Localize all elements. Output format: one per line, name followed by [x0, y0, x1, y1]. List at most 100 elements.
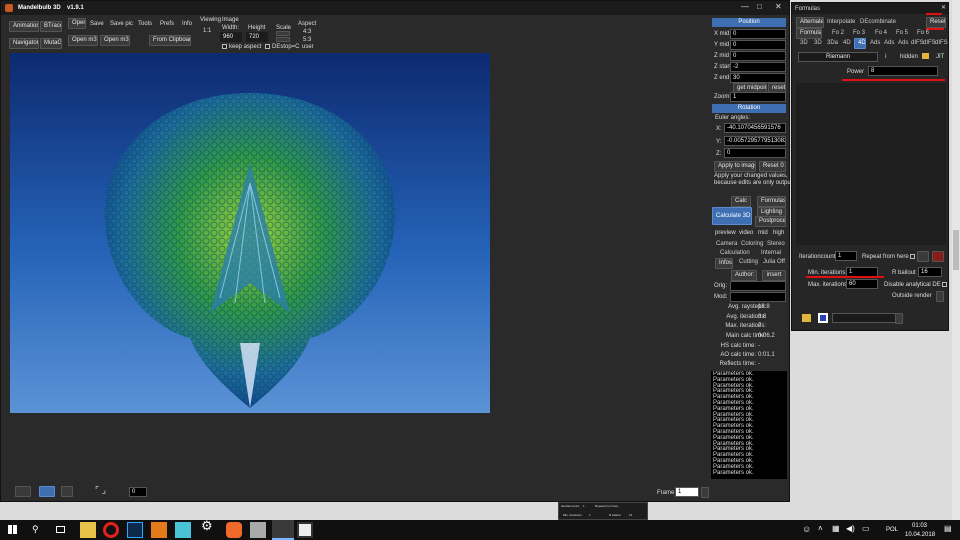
battery-icon[interactable]: ▭ — [862, 525, 870, 533]
type-ads-3[interactable]: Ads — [898, 39, 908, 48]
mid-option[interactable]: mid — [758, 229, 768, 237]
frame-input[interactable]: 1 — [675, 487, 699, 497]
notifications-icon[interactable]: ▤ — [944, 525, 952, 533]
volume-icon[interactable]: ◀) — [846, 525, 855, 533]
iterationcount-input[interactable]: 1 — [835, 251, 857, 261]
picker-icon[interactable] — [61, 486, 73, 497]
tab-coloring[interactable]: Coloring — [741, 240, 763, 249]
tray-chevron-icon[interactable]: ˄ — [818, 525, 823, 533]
tab-internal[interactable]: Internal — [761, 249, 781, 258]
formulas-button[interactable]: Formulas — [757, 196, 786, 207]
mutagen-button[interactable]: MutaGen — [40, 38, 62, 49]
preset-dropdown-arrow[interactable] — [895, 313, 903, 324]
max-iterations-input[interactable]: 60 — [846, 279, 878, 289]
formula-name-field[interactable]: Riemann — [798, 52, 878, 62]
r-bailout-input[interactable]: 16 — [918, 267, 942, 277]
app-teal-icon[interactable] — [175, 522, 191, 538]
info-icon[interactable]: ⅰ — [885, 53, 887, 61]
photoshop-icon[interactable] — [127, 522, 143, 538]
tab-alternate[interactable]: Alternate — [796, 17, 824, 28]
brave-icon[interactable] — [226, 522, 242, 538]
repeat-from-here-checkbox[interactable]: Repeat from here — [862, 253, 917, 261]
from-clipboard-button[interactable]: From Clipboard — [149, 35, 191, 46]
calculate-3d-button[interactable]: Calculate 3D — [712, 207, 752, 225]
tab-julia[interactable]: Julia Off — [763, 258, 785, 267]
clock-time[interactable]: 01:03 — [912, 522, 927, 530]
zoom-input[interactable]: 1 — [730, 92, 786, 102]
formula-preset-dropdown[interactable] — [832, 313, 902, 323]
clock-date[interactable]: 10.04.2018 — [905, 531, 935, 539]
type-difs[interactable]: dIFS — [911, 39, 924, 48]
tab-decombinate[interactable]: DEcombinate — [860, 18, 896, 27]
open-m3p-button[interactable]: Open m3p — [100, 35, 130, 46]
aspect-user[interactable]: user — [302, 43, 314, 51]
high-option[interactable]: high — [773, 229, 784, 237]
keep-aspect-checkbox[interactable]: keep aspect — [222, 43, 261, 51]
author-button[interactable]: Author: — [731, 270, 757, 281]
tab-camera[interactable]: Camera — [716, 240, 737, 249]
z-end-input[interactable]: 30 — [730, 73, 786, 83]
network-icon[interactable]: ▦ — [832, 525, 840, 533]
prefs-menu[interactable]: Prefs — [160, 20, 174, 28]
orig-input[interactable] — [730, 281, 786, 291]
hidden-label[interactable]: hidden — [900, 53, 918, 61]
reset-0-button[interactable]: Reset 0 — [759, 161, 786, 172]
preview-option[interactable]: preview — [715, 229, 736, 237]
people-icon[interactable]: ☺ — [802, 525, 811, 534]
postprocess-button[interactable]: Postprocess — [755, 216, 786, 227]
scrollbar-thumb[interactable] — [953, 230, 959, 270]
tab-fo-2[interactable]: Fo 2 — [832, 29, 844, 38]
type-3d-2[interactable]: 3D — [814, 39, 822, 48]
desktop-scrollbar[interactable] — [952, 0, 960, 520]
tab-stereo[interactable]: Stereo — [767, 240, 785, 249]
z-start-input[interactable]: -2 — [730, 62, 786, 72]
settings-gear-icon[interactable]: ⚙ — [201, 519, 213, 532]
width-input[interactable]: 960 — [220, 32, 242, 42]
type-3d[interactable]: 3D — [800, 39, 808, 48]
type-ads-2[interactable]: Ads — [884, 39, 894, 48]
app-orange-icon[interactable] — [151, 522, 167, 538]
viewing-value[interactable]: 1:1 — [203, 27, 211, 35]
open-button[interactable]: Open — [68, 18, 86, 29]
tab-calculation[interactable]: Calculation — [720, 249, 750, 258]
z-mid-input[interactable]: 0 — [730, 51, 786, 61]
search-icon[interactable]: ⚲ — [32, 525, 39, 534]
tab-infos[interactable]: Infos — [715, 258, 733, 269]
power-input[interactable]: 8 — [868, 66, 938, 76]
btracer-button[interactable]: BTracer — [40, 21, 62, 32]
jit-label[interactable]: JIT — [936, 53, 944, 61]
minimize-icon[interactable]: — — [741, 3, 749, 11]
x-mid-input[interactable]: 0 — [730, 29, 786, 39]
save-menu[interactable]: Save — [90, 20, 104, 28]
task-view-icon[interactable] — [56, 526, 65, 533]
tab-fo-6[interactable]: Fo 6 — [917, 29, 929, 38]
save-pic-menu[interactable]: Save pic — [110, 20, 133, 28]
scale-up-button[interactable] — [276, 31, 290, 36]
taskbar-preview[interactable]: Iterationcount 1 Repeat from here Min. i… — [558, 502, 648, 520]
coord-input[interactable]: 0 — [129, 487, 147, 497]
formulas-close-icon[interactable]: ✕ — [941, 4, 946, 12]
type-4da[interactable]: 4Da — [854, 38, 866, 49]
rot-y-input[interactable]: -0.005729577951308231 — [724, 136, 786, 146]
rot-z-input[interactable]: 0 — [724, 148, 786, 158]
folder-icon[interactable] — [922, 53, 929, 59]
insert-button[interactable]: insert — [762, 270, 786, 281]
photos-icon[interactable] — [297, 522, 313, 538]
render-canvas[interactable] — [10, 53, 490, 413]
eye-icon[interactable] — [917, 251, 929, 262]
open-folder-icon[interactable] — [802, 314, 811, 322]
nav-tool-icon[interactable] — [15, 486, 31, 497]
de-stop-checkbox[interactable]: DEstop=C — [265, 43, 300, 51]
opera-icon[interactable] — [103, 522, 119, 538]
disable-de-checkbox[interactable]: Disable analytical DE — [884, 281, 949, 289]
rot-x-input[interactable]: -40.1070456591576 — [724, 123, 786, 133]
close-icon[interactable]: ✕ — [775, 3, 782, 11]
formulas-reset-button[interactable]: Reset — [926, 17, 946, 28]
outside-render-dropdown[interactable] — [936, 291, 944, 302]
type-4d[interactable]: 4D — [843, 39, 851, 48]
tab-interpolate[interactable]: Interpolate — [827, 18, 855, 27]
start-icon[interactable] — [8, 525, 17, 534]
aspect-4-3[interactable]: 4:3 — [303, 28, 311, 36]
type-difs-3[interactable]: dIFS — [935, 39, 948, 48]
info-menu[interactable]: Info — [182, 20, 192, 28]
